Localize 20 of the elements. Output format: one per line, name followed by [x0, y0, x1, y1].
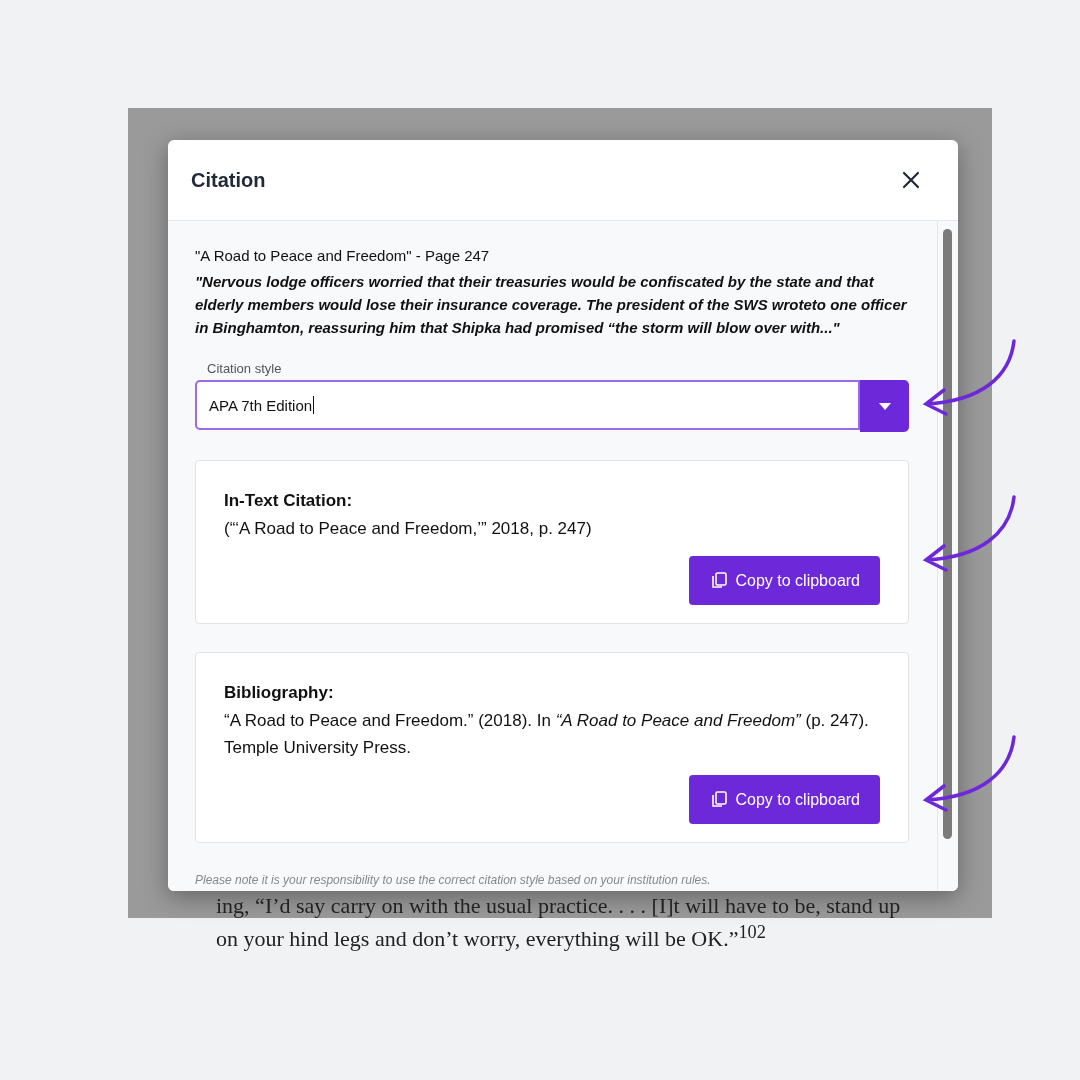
dropdown-button[interactable] — [860, 380, 909, 432]
close-icon[interactable] — [902, 171, 920, 189]
source-heading: "A Road to Peace and Freedom" - Page 247 — [195, 247, 491, 264]
field-label: Citation style — [207, 361, 283, 376]
citation-text: “A Road to Peace and Freedom.” (2018). In “A Road to Peace and Freedom” (p. 247). Temple University Press. — [224, 710, 870, 759]
book-text: on your hind legs and don’t worry, everything will be OK.”$^{102}$ — [216, 921, 767, 953]
book-text: ing, “I’d say carry on with the usual practice. . . . [I]t will have to be, stand up — [216, 893, 902, 919]
citation-text: (“‘A Road to Peace and Freedom,’” 2018, p. 247) — [224, 518, 593, 540]
citation-style-field[interactable]: APA 7th Edition — [195, 380, 860, 430]
dialog-title: Citation — [191, 168, 266, 192]
caret-icon — [878, 402, 891, 410]
copy-icon — [711, 791, 728, 808]
scrollbar[interactable] — [943, 229, 952, 839]
copy-icon — [711, 572, 728, 589]
note-text: Please note it is your responsibility to use the correct citation style based on your institution rules. — [195, 873, 712, 887]
quote-text: "Nervous lodge officers worried that their treasuries would be confiscated by the state and that elderly members would lose their insurance coverage. The president of the SWS wroteto one officer in Binghamton, reassuring him that Shipka had promised “the storm will blow over with..." — [195, 272, 909, 338]
copy-button[interactable]: Copy to clipboard — [689, 556, 880, 605]
section-heading: Bibliography: — [224, 683, 335, 703]
section-heading: In-Text Citation: — [224, 491, 354, 511]
copy-button[interactable]: Copy to clipboard — [689, 775, 880, 824]
